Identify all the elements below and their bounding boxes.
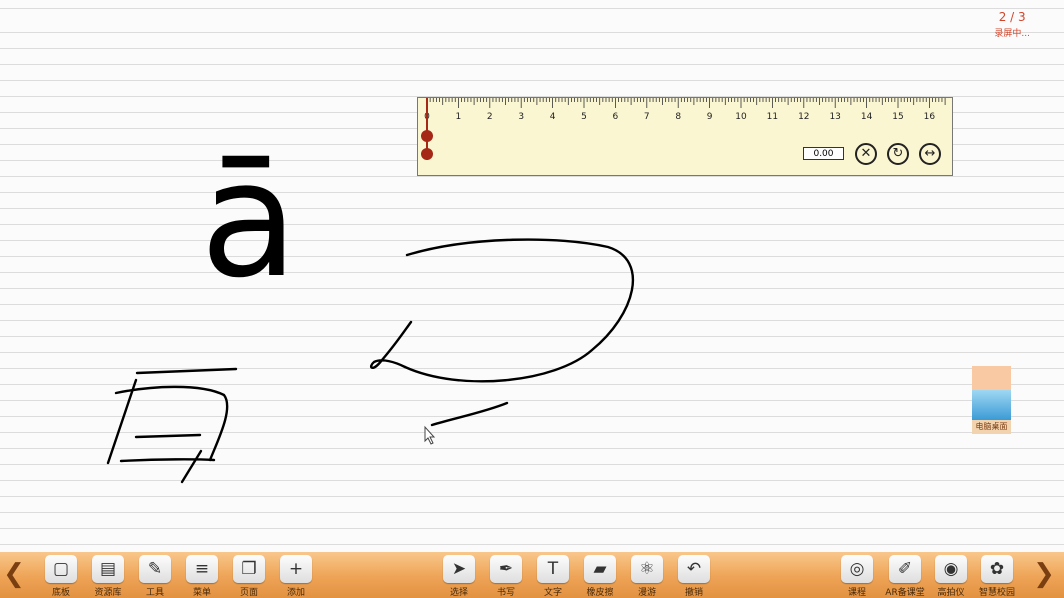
pinyin-vowel: ā — [200, 126, 299, 313]
plus-icon: + — [280, 555, 312, 583]
toolbar-button-10[interactable]: ▰ 橡皮擦 — [575, 552, 625, 598]
ruler-handle-bottom[interactable] — [421, 148, 433, 160]
toolbar-button-9[interactable]: T 文字 — [528, 552, 578, 598]
toolbar-button-label: 文字 — [543, 588, 562, 598]
ruler-number: 7 — [643, 112, 650, 122]
ruler-tool[interactable]: 012345678910111213141516 0.00 ✕ ↻ ↔ — [417, 97, 953, 176]
prev-page-button[interactable]: ❮ — [2, 552, 26, 598]
desktop-shortcut-label: 电脑桌面 — [972, 420, 1011, 434]
monitor-icon — [972, 390, 1011, 420]
campus-icon: ✿ — [981, 555, 1013, 583]
toolbar-button-3[interactable]: ✎ 工具 — [130, 552, 180, 598]
ruler-handle-top[interactable] — [421, 130, 433, 142]
toolbar-button-label: 高拍仪 — [937, 588, 965, 598]
atom-icon: ⚛ — [631, 555, 663, 583]
text-icon: T — [537, 555, 569, 583]
binoculars-icon: ◎ — [841, 555, 873, 583]
ruler-value-field[interactable]: 0.00 — [803, 147, 844, 160]
toolbar-button-label: 页面 — [239, 588, 258, 598]
tools-icon: ✎ — [139, 555, 171, 583]
ruler-number: 12 — [798, 112, 810, 122]
toolbar-button-12[interactable]: ↶ 撤销 — [669, 552, 719, 598]
ruler-number: 14 — [860, 112, 873, 122]
ink-stroke — [370, 320, 413, 369]
ruler-number: 15 — [892, 112, 904, 122]
whiteboard-canvas[interactable]: 2 / 3 录屏中... 012345678910111213141516 0.… — [0, 0, 1064, 552]
toolbar-button-label: 工具 — [145, 588, 164, 598]
toolbar-button-4[interactable]: ≡ 菜单 — [177, 552, 227, 598]
toolbar-button-label: 橡皮擦 — [586, 588, 614, 598]
toolbar-button-11[interactable]: ⚛ 漫游 — [622, 552, 672, 598]
ruler-number: 8 — [675, 112, 682, 122]
menu-icon: ≡ — [186, 555, 218, 583]
toolbar-button-label: 选择 — [449, 588, 468, 598]
ruler-number: 16 — [923, 112, 936, 122]
ar-icon: ✐ — [889, 555, 921, 583]
undo-icon: ↶ — [678, 555, 710, 583]
toolbar-button-label: 底板 — [51, 588, 70, 598]
ruler-number: 10 — [735, 112, 747, 122]
cursor-icon: ➤ — [443, 555, 475, 583]
cabinet-icon: ▤ — [92, 555, 124, 583]
toolbar-button-16[interactable]: ✿ 智慧校园 — [972, 552, 1022, 598]
page-number: 2 / 3 — [998, 10, 1026, 24]
ink-stroke — [114, 385, 229, 462]
toolbar-button-1[interactable]: ▢ 底板 — [36, 552, 86, 598]
toolbar-button-2[interactable]: ▤ 资源库 — [83, 552, 133, 598]
recording-status: 录屏中... — [994, 29, 1030, 39]
ruler-number: 11 — [766, 112, 779, 122]
close-circle-icon[interactable]: ✕ — [855, 143, 877, 165]
toolbar-button-label: 资源库 — [94, 588, 122, 598]
toolbar-button-label: 菜单 — [192, 588, 211, 598]
ruler-number: 13 — [829, 112, 841, 122]
ink-stroke — [135, 367, 238, 375]
ink-stroke — [134, 433, 202, 439]
toolbar-button-label: 撤销 — [684, 588, 703, 598]
bottom-toolbar: ▢ 底板 ▤ 资源库 ✎ 工具 ≡ 菜单 ❐ 页面 + 添加 ➤ 选择 ✒ 书写 T 文字 ▰ 橡皮擦 ⚛ 漫游 ↶ 撤销 ◎ 课… — [0, 552, 1064, 598]
pages-icon: ❐ — [233, 555, 265, 583]
toolbar-button-label: 漫游 — [637, 588, 656, 598]
square-icon: ▢ — [45, 555, 77, 583]
toolbar-button-label: 书写 — [496, 588, 515, 598]
toolbar-button-5[interactable]: ❐ 页面 — [224, 552, 274, 598]
toolbar-button-8[interactable]: ✒ 书写 — [481, 552, 531, 598]
ruler-number: 9 — [706, 112, 713, 122]
toolbar-button-label: 智慧校园 — [978, 588, 1015, 598]
ruler-number: 2 — [486, 112, 493, 122]
rotate-icon[interactable]: ↻ — [887, 143, 909, 165]
ruler-number: 6 — [612, 112, 619, 122]
ink-stroke — [430, 401, 509, 427]
ruler-ticks — [426, 98, 946, 108]
eraser-icon: ▰ — [584, 555, 616, 583]
toolbar-button-label: 添加 — [286, 588, 305, 598]
ruler-number: 5 — [581, 112, 587, 122]
pen-icon: ✒ — [490, 555, 522, 583]
toolbar-button-7[interactable]: ➤ 选择 — [434, 552, 484, 598]
ruler-number: 3 — [518, 112, 525, 122]
next-page-button[interactable]: ❯ — [1032, 552, 1056, 598]
flip-horizontal-icon[interactable]: ↔ — [919, 143, 941, 165]
ink-stroke — [403, 238, 635, 383]
desktop-shortcut-header — [972, 366, 1011, 390]
toolbar-button-6[interactable]: + 添加 — [271, 552, 321, 598]
page-indicator: 2 / 3 录屏中... — [994, 10, 1030, 39]
ink-stroke — [106, 378, 138, 465]
ruler-number: 4 — [549, 112, 556, 122]
ruler-number: 1 — [455, 112, 462, 122]
toolbar-button-label: 课程 — [847, 588, 866, 598]
toolbar-button-label: AR备课堂 — [885, 588, 925, 598]
toolbar-button-15[interactable]: ◉ 高拍仪 — [926, 552, 976, 598]
webcam-icon: ◉ — [935, 555, 967, 583]
desktop-shortcut[interactable]: 电脑桌面 — [972, 366, 1011, 434]
toolbar-button-14[interactable]: ✐ AR备课堂 — [880, 552, 930, 598]
ink-stroke — [119, 458, 216, 463]
ink-strokes — [106, 238, 635, 484]
ink-stroke — [180, 449, 203, 484]
toolbar-button-13[interactable]: ◎ 课程 — [832, 552, 882, 598]
mouse-cursor-icon — [424, 425, 436, 445]
